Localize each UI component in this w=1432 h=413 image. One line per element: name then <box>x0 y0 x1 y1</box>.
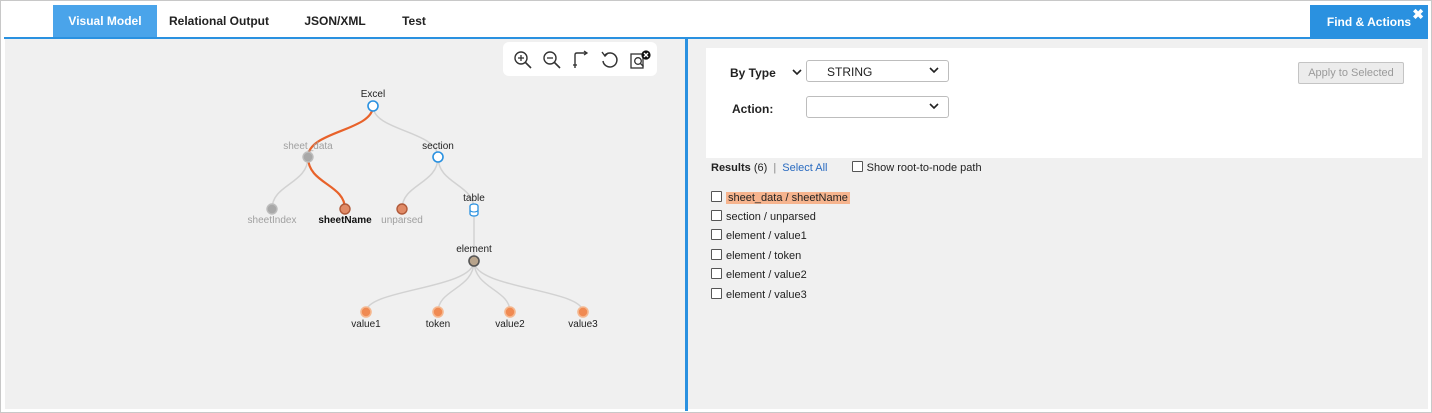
result-item[interactable]: sheet_data / sheetName <box>711 191 850 205</box>
tree-label-element: element <box>456 244 492 255</box>
by-type-label: By Type <box>730 66 776 80</box>
tree-label-unparsed: unparsed <box>381 215 423 226</box>
action-select[interactable] <box>806 96 949 118</box>
result-text: sheet_data / sheetName <box>726 192 850 204</box>
tree-link <box>271 156 309 210</box>
find-actions-panel: By Type STRING Action: Apply to Selected… <box>688 39 1428 409</box>
tab-bar: Visual Model Relational Output JSON/XML … <box>4 5 1428 39</box>
result-checkbox[interactable] <box>711 249 722 260</box>
tree-node-sheet-data[interactable] <box>302 151 314 163</box>
filter-box: By Type STRING Action: Apply to Selected <box>706 48 1422 158</box>
tree-node-section[interactable] <box>432 151 444 163</box>
tree-node-sheetindex[interactable] <box>266 203 278 215</box>
type-select-value: STRING <box>827 65 873 79</box>
tree-label-excel: Excel <box>361 89 385 100</box>
tree-node-unparsed[interactable] <box>396 203 408 215</box>
result-item[interactable]: element / value3 <box>711 288 807 302</box>
tree-label-sheetindex: sheetIndex <box>248 215 297 226</box>
visual-model-canvas[interactable]: Excel sheet_data section sheetIndex shee… <box>5 39 685 409</box>
tree-label-value2: value2 <box>495 319 525 330</box>
tab-json-xml[interactable]: JSON/XML <box>292 5 378 37</box>
tree-label-table: table <box>463 193 485 204</box>
results-label: Results <box>711 162 751 174</box>
tree-node-excel[interactable] <box>367 100 379 112</box>
type-select[interactable]: STRING <box>806 60 949 82</box>
tree-label-section: section <box>422 141 454 152</box>
tree-label-token: token <box>426 319 450 330</box>
result-text: element / value3 <box>726 289 807 301</box>
find-actions-tab[interactable]: Find & Actions ✖ <box>1310 5 1428 37</box>
result-checkbox[interactable] <box>711 210 722 221</box>
show-path-label: Show root-to-node path <box>866 162 982 174</box>
result-text: section / unparsed <box>726 211 816 223</box>
tab-relational-output[interactable]: Relational Output <box>164 5 274 37</box>
result-text: element / value1 <box>726 230 807 242</box>
result-item[interactable]: element / value1 <box>711 229 807 243</box>
close-icon[interactable]: ✖ <box>1412 7 1424 21</box>
tree-node-value2[interactable] <box>504 306 516 318</box>
tree-link <box>401 156 439 210</box>
tree-node-value3[interactable] <box>577 306 589 318</box>
find-actions-title: Find & Actions <box>1326 15 1412 29</box>
tree-node-sheetname[interactable] <box>339 203 351 215</box>
result-item[interactable]: element / value2 <box>711 268 807 282</box>
tree-label-sheet-data: sheet_data <box>283 141 333 152</box>
result-item[interactable]: element / token <box>711 249 801 263</box>
select-all-link[interactable]: Select All <box>782 162 827 174</box>
result-checkbox[interactable] <box>711 229 722 240</box>
results-count: (6) <box>753 162 768 174</box>
results-header: Results (6) | Select All Show root-to-no… <box>711 161 982 174</box>
result-checkbox[interactable] <box>711 268 722 279</box>
result-item[interactable]: section / unparsed <box>711 210 816 224</box>
show-path-checkbox[interactable] <box>851 161 863 172</box>
result-checkbox[interactable] <box>711 288 722 299</box>
chevron-down-icon <box>929 67 939 74</box>
tree-label-value1: value1 <box>351 319 381 330</box>
tree-node-value1[interactable] <box>360 306 372 318</box>
action-label: Action: <box>732 102 774 116</box>
tree-link <box>306 156 347 210</box>
tab-visual-model[interactable]: Visual Model <box>53 5 157 37</box>
result-text: element / value2 <box>726 269 807 281</box>
tree-node-element[interactable] <box>468 255 480 267</box>
tree-label-value3: value3 <box>568 319 598 330</box>
results-separator: | <box>773 162 777 174</box>
chevron-down-icon[interactable] <box>792 68 802 76</box>
tree-graph: Excel sheet_data section sheetIndex shee… <box>248 89 599 330</box>
tree-link <box>437 260 475 313</box>
tree-link <box>473 260 511 313</box>
chevron-down-icon <box>929 103 939 110</box>
tree-node-table[interactable] <box>469 203 479 217</box>
tree-label-sheetname: sheetName <box>318 215 372 226</box>
result-text: element / token <box>726 250 802 262</box>
tab-test[interactable]: Test <box>394 5 434 37</box>
result-checkbox[interactable] <box>711 191 722 202</box>
apply-to-selected-button[interactable]: Apply to Selected <box>1298 62 1404 84</box>
tree-node-token[interactable] <box>432 306 444 318</box>
